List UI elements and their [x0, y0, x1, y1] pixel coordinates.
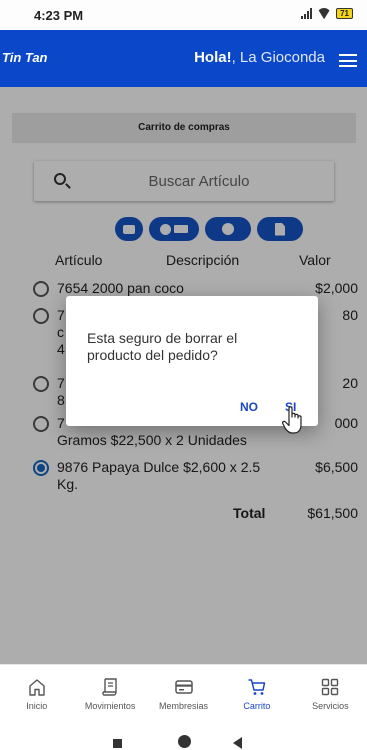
nav-item-inicio[interactable]: Inicio: [0, 665, 73, 721]
greeting-hola: Hola!: [194, 49, 232, 66]
bottom-navigation: Inicio Movimientos Membresias Carrito Se…: [0, 664, 367, 721]
nav-label: Inicio: [26, 701, 48, 711]
battery-level: 71: [340, 9, 349, 18]
nav-label: Carrito: [243, 701, 271, 711]
status-time: 4:23 PM: [34, 8, 84, 23]
nav-label: Servicios: [312, 701, 349, 711]
receipt-icon: [102, 678, 117, 696]
grid-icon: [322, 678, 339, 696]
confirm-delete-dialog: Esta seguro de borrar el producto del pe…: [66, 296, 318, 426]
back-button[interactable]: [233, 737, 242, 749]
battery-icon: 71: [336, 8, 353, 19]
nav-item-servicios[interactable]: Servicios: [294, 665, 367, 721]
hamburger-menu-icon[interactable]: [339, 54, 357, 67]
home-button[interactable]: [178, 735, 191, 748]
home-icon: [29, 679, 45, 696]
dialog-message: Esta seguro de borrar el producto del pe…: [87, 330, 238, 363]
signal-icon: [301, 8, 313, 19]
nav-item-membresias[interactable]: Membresias: [147, 665, 220, 721]
cart-icon: [248, 679, 266, 695]
user-greeting: Hola!, La Gioconda: [194, 49, 325, 66]
wifi-icon: [317, 8, 331, 19]
app-brand: Tin Tan: [2, 50, 48, 65]
hand-pointer-icon: [282, 406, 302, 434]
card-icon: [174, 680, 193, 694]
nav-item-carrito[interactable]: Carrito: [220, 665, 293, 721]
nav-item-movimientos[interactable]: Movimientos: [73, 665, 146, 721]
nav-label: Membresias: [159, 701, 209, 711]
greeting-name: , La Gioconda: [231, 49, 325, 66]
status-bar: 4:23 PM 71: [0, 0, 367, 30]
app-bar: Tin Tan Hola!, La Gioconda: [0, 30, 367, 87]
dialog-no-button[interactable]: NO: [240, 400, 258, 414]
recents-button[interactable]: [113, 739, 122, 748]
nav-label: Movimientos: [84, 701, 136, 711]
status-icons: 71: [301, 8, 353, 19]
